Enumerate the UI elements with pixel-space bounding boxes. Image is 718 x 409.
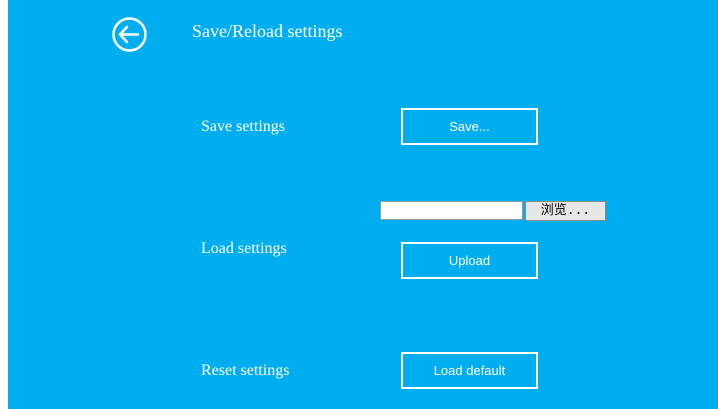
- upload-button[interactable]: Upload: [401, 242, 538, 279]
- save-button[interactable]: Save...: [401, 108, 538, 145]
- circle-arrow-left-icon: [112, 17, 147, 52]
- page-title: Save/Reload settings: [192, 21, 343, 41]
- settings-panel: [8, 0, 718, 409]
- file-path-input[interactable]: [380, 201, 523, 220]
- save-settings-label: Save settings: [201, 118, 285, 135]
- load-default-button[interactable]: Load default: [401, 352, 538, 389]
- back-button[interactable]: [111, 16, 148, 53]
- load-settings-label: Load settings: [201, 240, 287, 257]
- reset-settings-label: Reset settings: [201, 362, 290, 379]
- browse-button[interactable]: 浏览...: [525, 201, 606, 221]
